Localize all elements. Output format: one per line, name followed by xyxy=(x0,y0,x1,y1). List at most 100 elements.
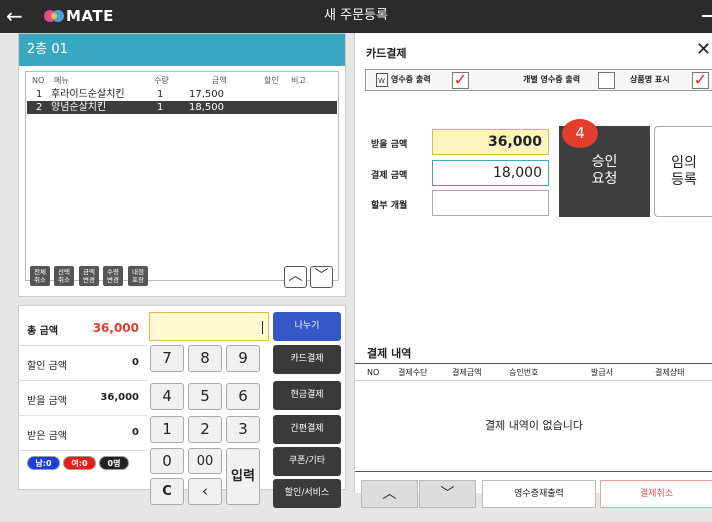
people-count-badge[interactable]: 0명 xyxy=(99,456,129,470)
separate-receipt-label: 개별 영수증 출력 xyxy=(523,75,581,84)
key-8[interactable]: 8 xyxy=(188,345,222,372)
history-empty-message: 결제 내역이 없습니다 xyxy=(484,419,584,432)
cash-payment-button[interactable]: 현금결제 xyxy=(273,381,341,410)
row-qty: 1 xyxy=(157,102,164,113)
order-row-selected[interactable]: 2 양념순살치킨 1 18,500 xyxy=(27,101,337,114)
row-amount: 18,500 xyxy=(189,102,224,113)
cancel-payment-button[interactable]: 결제취소 xyxy=(600,480,712,508)
total-amount-row: 총 금액 36,000 xyxy=(19,311,147,346)
history-header: NO 결제수단 결제금액 승인번호 발급사 결제상태 xyxy=(355,363,712,381)
key-clear[interactable]: C xyxy=(150,478,184,505)
hist-col-no: NO xyxy=(367,368,380,377)
receipt-reprint-button[interactable]: 영수증재출력 xyxy=(482,480,596,508)
scroll-up-button[interactable]: ︿ xyxy=(284,266,307,288)
row-menu: 양념순살치킨 xyxy=(51,102,107,113)
total-label: 총 금액 xyxy=(27,326,59,337)
order-row[interactable]: 1 후라이드순살치킨 1 17,500 xyxy=(27,88,337,101)
female-count-badge[interactable]: 여:0 xyxy=(63,456,96,470)
receivable-label: 받을 금액 xyxy=(371,140,408,150)
total-value: 36,000 xyxy=(92,321,139,335)
hist-col-status: 결제상태 xyxy=(655,368,685,377)
discount-amount-row: 할인 금액 0 xyxy=(19,346,147,381)
step-badge: 4 xyxy=(562,119,598,148)
order-panel: 2층 01 NO 메뉴 수량 금액 할인 비고 1 후라이드순살치킨 1 17,… xyxy=(18,33,346,297)
discount-service-button[interactable]: 할인/서비스 xyxy=(273,479,341,508)
installment-label: 할부 개월 xyxy=(371,201,408,211)
payment-amount-label: 결제 금액 xyxy=(371,171,408,181)
receivable-value: 36,000 xyxy=(100,392,139,403)
receivable-amount-row: 받을 금액 36,000 xyxy=(19,381,147,416)
key-0[interactable]: 0 xyxy=(150,448,184,474)
minimize-icon[interactable] xyxy=(702,15,712,17)
col-header-discount: 할인 xyxy=(264,76,279,85)
order-action-bar: 전체 취소 선택 취소 금액 변경 수량 변경 내점 포장 ︿ ﹀ xyxy=(19,266,345,296)
payment-summary-panel: 총 금액 36,000 할인 금액 0 받을 금액 36,000 받은 금액 0… xyxy=(18,305,346,508)
row-no: 1 xyxy=(36,89,43,100)
show-product-label: 상품명 표시 xyxy=(630,75,670,84)
key-6[interactable]: 6 xyxy=(226,383,260,410)
separate-receipt-checkbox[interactable] xyxy=(598,72,615,89)
received-label: 받은 금액 xyxy=(27,431,67,442)
key-9[interactable]: 9 xyxy=(226,345,260,372)
receivable-field: 36,000 xyxy=(432,129,549,155)
history-down-button[interactable]: ﹀ xyxy=(419,480,476,508)
dine-pack-button[interactable]: 내점 포장 xyxy=(128,266,148,286)
show-product-checkbox[interactable]: ✓ xyxy=(692,72,709,89)
key-00[interactable]: 00 xyxy=(188,448,222,474)
change-qty-button[interactable]: 수량 변경 xyxy=(103,266,123,286)
receipt-print-label: 영수증 출력 xyxy=(391,75,431,84)
history-up-button[interactable]: ︿ xyxy=(361,480,418,508)
col-header-menu: 메뉴 xyxy=(54,76,69,85)
row-qty: 1 xyxy=(157,89,164,100)
svg-text:W: W xyxy=(378,77,385,85)
male-count-badge[interactable]: 남:0 xyxy=(27,456,60,470)
card-payment-button[interactable]: 카드결제 xyxy=(273,345,341,374)
key-1[interactable]: 1 xyxy=(150,416,184,443)
card-payment-panel: 카드결제 ✕ W 영수증 출력 ✓ 개별 영수증 출력 상품명 표시 ✓ 받을 … xyxy=(354,33,712,508)
installment-field[interactable] xyxy=(432,190,549,216)
print-options-row: W 영수증 출력 ✓ 개별 영수증 출력 상품명 표시 ✓ xyxy=(365,69,712,91)
key-4[interactable]: 4 xyxy=(150,383,184,410)
receipt-icon: W xyxy=(376,73,388,87)
close-icon[interactable]: ✕ xyxy=(696,40,711,60)
key-backspace[interactable]: ‹ xyxy=(188,478,222,505)
receivable-label: 받을 금액 xyxy=(27,396,67,407)
hist-col-issuer: 발급사 xyxy=(591,368,614,377)
input-caret xyxy=(262,321,263,334)
hist-col-method: 결제수단 xyxy=(398,368,428,377)
scroll-down-button[interactable]: ﹀ xyxy=(310,266,333,288)
window-title: 새 주문등록 xyxy=(324,8,388,23)
key-3[interactable]: 3 xyxy=(226,416,260,443)
customer-count-badges: 남:0 여:0 0명 xyxy=(19,446,147,481)
manual-register-button[interactable]: 임의 등록 xyxy=(654,126,712,217)
history-title: 결제 내역 xyxy=(367,347,412,360)
key-5[interactable]: 5 xyxy=(188,383,222,410)
simple-payment-button[interactable]: 간편결제 xyxy=(273,415,341,444)
amount-input[interactable] xyxy=(149,312,269,341)
col-header-qty: 수량 xyxy=(154,76,169,85)
enter-key[interactable]: 입력 xyxy=(226,448,260,505)
coupon-button[interactable]: 쿠폰/기타 xyxy=(273,447,341,476)
panel-title: 카드결제 xyxy=(366,47,407,60)
table-name: 2층 01 xyxy=(27,42,68,57)
col-header-amount: 금액 xyxy=(212,76,227,85)
discount-label: 할인 금액 xyxy=(27,361,67,372)
payment-amount-field[interactable]: 18,000 xyxy=(432,160,549,186)
key-2[interactable]: 2 xyxy=(188,416,222,443)
hist-col-amount: 결제금액 xyxy=(452,368,482,377)
history-divider xyxy=(355,471,712,472)
cancel-all-button[interactable]: 전체 취소 xyxy=(30,266,50,286)
change-price-button[interactable]: 금액 변경 xyxy=(79,266,99,286)
title-bar: ← MATE 새 주문등록 xyxy=(0,0,712,33)
split-button[interactable]: 나누기 xyxy=(273,312,341,341)
key-7[interactable]: 7 xyxy=(150,345,184,372)
row-amount: 17,500 xyxy=(189,89,224,100)
table-header: 2층 01 xyxy=(19,34,345,66)
cancel-selected-button[interactable]: 선택 취소 xyxy=(54,266,74,286)
col-header-note: 비고 xyxy=(291,76,306,85)
receipt-print-checkbox[interactable]: ✓ xyxy=(452,72,469,89)
discount-value: 0 xyxy=(132,357,139,368)
received-value: 0 xyxy=(132,427,139,438)
order-list: NO 메뉴 수량 금액 할인 비고 1 후라이드순살치킨 1 17,500 2 … xyxy=(25,71,339,281)
col-header-no: NO xyxy=(32,76,45,85)
